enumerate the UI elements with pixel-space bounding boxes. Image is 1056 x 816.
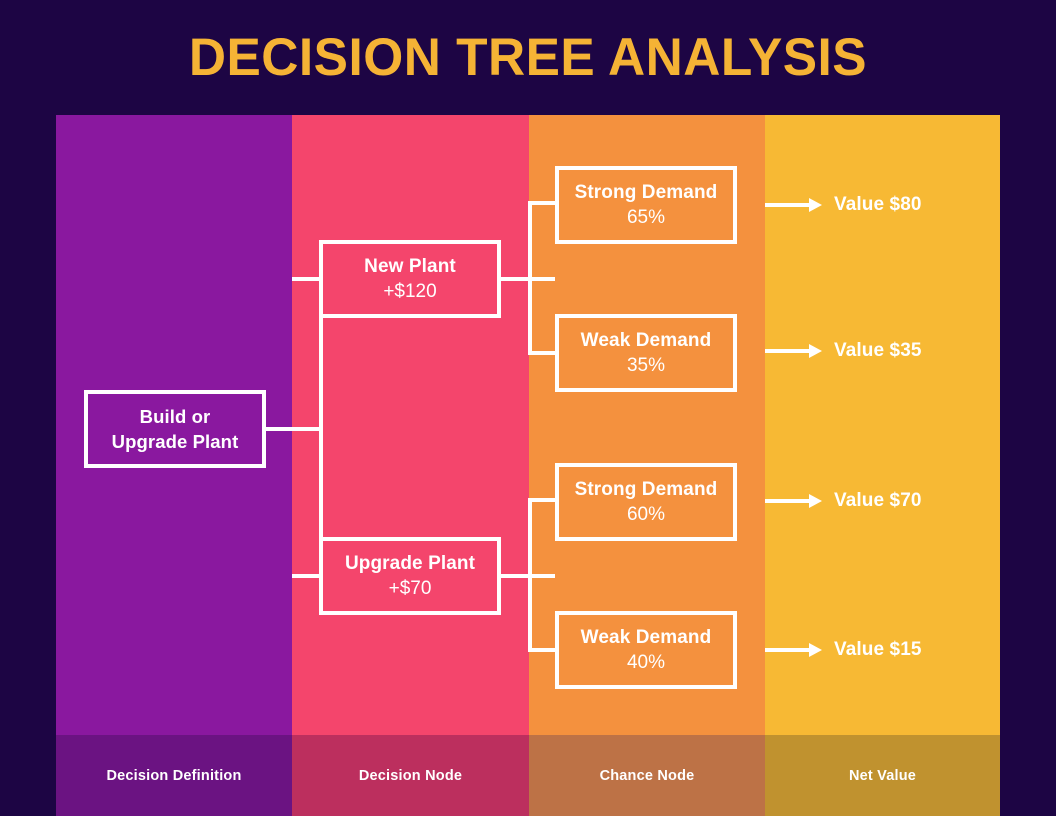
node-root-line2: Upgrade Plant [111, 431, 239, 452]
footer-label-decision-node: Decision Node [292, 735, 529, 816]
value-label-3: Value $70 [834, 490, 922, 511]
connector-upgrade-plant-trunk-up [528, 500, 532, 578]
node-chance-1-label: Strong Demand [574, 182, 718, 203]
node-root-decision[interactable]: Build or Upgrade Plant [84, 390, 266, 468]
arrow-right-icon [765, 492, 823, 510]
node-decision-upgrade-plant[interactable]: Upgrade Plant +$70 [319, 537, 501, 615]
node-decision-new-plant-value: +$120 [383, 281, 437, 302]
value-label-1: Value $80 [834, 194, 922, 215]
node-chance-4[interactable]: Weak Demand 40% [555, 611, 737, 689]
arrow-right-icon [765, 641, 823, 659]
node-chance-1-probability: 65% [626, 207, 666, 228]
footer-label-chance-node: Chance Node [529, 735, 765, 816]
node-decision-new-plant-label: New Plant [364, 256, 456, 277]
node-chance-2-label: Weak Demand [580, 330, 712, 351]
value-row-2: Value $35 [765, 336, 1000, 366]
value-row-4: Value $15 [765, 635, 1000, 665]
connector-new-plant-trunk-down [528, 277, 532, 355]
node-chance-2[interactable]: Weak Demand 35% [555, 314, 737, 392]
node-chance-3-label: Strong Demand [574, 479, 718, 500]
value-label-2: Value $35 [834, 340, 922, 361]
connector-root-out [266, 427, 323, 431]
connector-to-chance-4 [528, 648, 558, 652]
node-root-line1: Build or [139, 406, 211, 427]
node-chance-1[interactable]: Strong Demand 65% [555, 166, 737, 244]
value-row-3: Value $70 [765, 486, 1000, 516]
decision-tree-poster: DECISION TREE ANALYSIS Build or Upgrade … [0, 0, 1056, 816]
connector-upgrade-plant-out [498, 574, 555, 578]
connector-upgrade-plant-trunk-down [528, 574, 532, 652]
page-title: DECISION TREE ANALYSIS [188, 28, 868, 87]
node-decision-upgrade-plant-value: +$70 [388, 578, 432, 599]
connector-new-plant-out [498, 277, 555, 281]
node-chance-4-label: Weak Demand [580, 627, 712, 648]
connector-to-upgrade-plant [292, 574, 322, 578]
node-decision-upgrade-plant-label: Upgrade Plant [344, 553, 476, 574]
arrow-right-icon [765, 196, 823, 214]
node-chance-2-probability: 35% [626, 355, 666, 376]
connector-to-chance-2 [528, 351, 558, 355]
footer-label-net-value: Net Value [765, 735, 1000, 816]
diagram-panel: Build or Upgrade Plant New Plant +$120 U… [56, 115, 1000, 816]
connector-to-chance-3 [528, 498, 558, 502]
value-label-4: Value $15 [834, 639, 922, 660]
connector-new-plant-trunk-up [528, 203, 532, 281]
footer-label-decision-definition: Decision Definition [56, 735, 292, 816]
column-decision-node [292, 115, 529, 735]
arrow-right-icon [765, 342, 823, 360]
node-decision-new-plant[interactable]: New Plant +$120 [319, 240, 501, 318]
connector-to-chance-1 [528, 201, 558, 205]
node-chance-3-probability: 60% [626, 504, 666, 525]
value-row-1: Value $80 [765, 190, 1000, 220]
node-chance-3[interactable]: Strong Demand 60% [555, 463, 737, 541]
connector-to-new-plant [292, 277, 322, 281]
node-chance-4-probability: 40% [626, 652, 666, 673]
